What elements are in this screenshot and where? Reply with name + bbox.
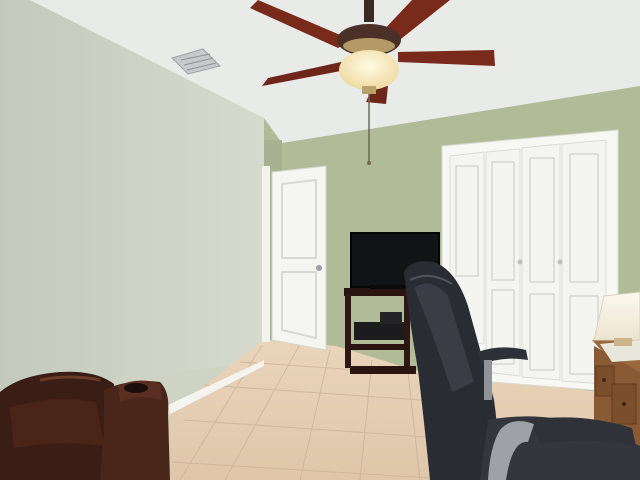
fan-light-base [362, 86, 376, 94]
drawer-pull-2 [622, 402, 626, 406]
pull-chain-knob [367, 161, 371, 165]
door-knob [316, 265, 322, 271]
fan-downrod [364, 0, 374, 22]
stand-top [344, 288, 412, 296]
room-scene [0, 0, 640, 480]
recliner-cupholder [124, 383, 148, 393]
room-photo [0, 0, 640, 480]
stand-shelf [348, 344, 408, 350]
stand-bottom-shelf [350, 366, 416, 374]
leather-recliner [0, 371, 170, 480]
tv-base [370, 285, 404, 289]
closet-knob-2 [557, 259, 563, 265]
av-device [380, 312, 402, 324]
closet-door-2 [485, 148, 521, 377]
drawer-pull [602, 378, 606, 382]
lamp-base [614, 338, 632, 346]
interior-door [262, 165, 327, 351]
closet-knob [517, 259, 523, 265]
av-receiver [354, 322, 404, 340]
fan-light-globe [339, 50, 399, 90]
stand-leg-left [345, 294, 351, 368]
recliner-cushion [10, 399, 104, 448]
door-frame-left [262, 166, 270, 342]
chair-arm-left-post [484, 360, 492, 400]
